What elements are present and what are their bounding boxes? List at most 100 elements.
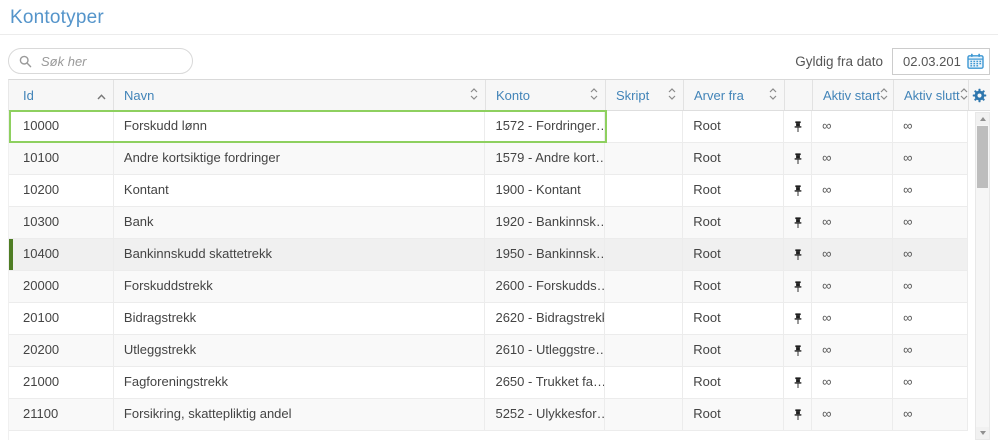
cell-id: 20200: [9, 335, 114, 366]
cell-aktiv-start: ∞: [812, 143, 894, 174]
cell-arver-fra: Root: [683, 367, 785, 398]
cell-konto: 5252 - Ulykkesfor…: [485, 399, 606, 430]
sort-icon: [769, 87, 777, 103]
pushpin-icon: [793, 408, 803, 421]
cell-pin: [784, 111, 813, 142]
table-row-partial: [8, 431, 968, 440]
cell-skript: [605, 271, 684, 302]
cell-konto: 2610 - Utleggstre…: [485, 335, 606, 366]
search-icon: [19, 55, 32, 68]
sort-icon: [590, 87, 598, 103]
arrow-up-icon: [979, 117, 986, 121]
pushpin-icon: [793, 344, 803, 357]
cell-navn: Kontant: [114, 175, 486, 206]
cell-id: 10000: [9, 111, 114, 142]
cell-skript: [605, 239, 684, 270]
cell-id: 21000: [9, 367, 114, 398]
table-row[interactable]: 10400 Bankinnskudd skattetrekk 1950 - Ba…: [9, 239, 968, 271]
vertical-scrollbar[interactable]: [975, 112, 990, 440]
cell-skript: [605, 111, 684, 142]
cell-aktiv-slutt: ∞: [893, 175, 968, 206]
cell-navn: Forskudd lønn: [114, 111, 486, 142]
cell-aktiv-slutt: ∞: [893, 239, 968, 270]
column-header-konto[interactable]: Konto: [486, 80, 606, 110]
cell-skript: [605, 335, 684, 366]
table-row[interactable]: 20100 Bidragstrekk 2620 - Bidragstrekk R…: [9, 303, 968, 335]
column-header-aktiv-start[interactable]: Aktiv start: [813, 80, 894, 110]
search-box[interactable]: [8, 48, 221, 74]
cell-aktiv-slutt: ∞: [893, 303, 968, 334]
cell-konto: 1920 - Bankinnsk…: [485, 207, 606, 238]
calendar-icon[interactable]: [967, 53, 984, 69]
table-row[interactable]: 10100 Andre kortsiktige fordringer 1579 …: [9, 143, 968, 175]
search-input[interactable]: [39, 52, 221, 70]
sort-icon: [880, 87, 888, 103]
table-header-row: Id Navn Konto Skript Arver fra Aktiv sta…: [8, 79, 990, 111]
page-title: Kontotyper: [10, 7, 104, 28]
cell-id: 10300: [9, 207, 114, 238]
cell-skript: [605, 367, 684, 398]
cell-skript: [605, 303, 684, 334]
cell-id: 20000: [9, 271, 114, 302]
cell-aktiv-slutt: ∞: [893, 367, 968, 398]
cell-navn: Bank: [114, 207, 486, 238]
sort-icon: [668, 87, 676, 103]
table-row[interactable]: 21100 Forsikring, skattepliktig andel 52…: [9, 399, 968, 431]
pushpin-icon: [793, 120, 803, 133]
scroll-up-button[interactable]: [976, 113, 989, 125]
table-row[interactable]: 20000 Forskuddstrekk 2600 - Forskudds… R…: [9, 271, 968, 303]
table-row[interactable]: 10300 Bank 1920 - Bankinnsk… Root ∞ ∞: [9, 207, 968, 239]
column-header-skript[interactable]: Skript: [606, 80, 684, 110]
cell-id: 10100: [9, 143, 114, 174]
cell-pin: [784, 207, 813, 238]
column-header-arver-fra[interactable]: Arver fra: [684, 80, 785, 110]
sort-icon: [470, 87, 478, 103]
cell-navn: Fagforeningstrekk: [114, 367, 486, 398]
table-row[interactable]: 21000 Fagforeningstrekk 2650 - Trukket f…: [9, 367, 968, 399]
arrow-down-icon: [979, 431, 986, 435]
cell-aktiv-start: ∞: [812, 239, 894, 270]
cell-navn: Bankinnskudd skattetrekk: [114, 239, 486, 270]
cell-aktiv-start: ∞: [812, 271, 894, 302]
cell-aktiv-start: ∞: [812, 111, 894, 142]
cell-pin: [784, 271, 813, 302]
column-header-aktiv-slutt[interactable]: Aktiv slutt: [894, 80, 969, 110]
scroll-down-button[interactable]: [976, 427, 989, 439]
cell-arver-fra: Root: [683, 143, 785, 174]
scrollbar-thumb[interactable]: [977, 126, 988, 188]
cell-id: 21100: [9, 399, 114, 430]
cell-arver-fra: Root: [683, 335, 785, 366]
cell-navn: Forskuddstrekk: [114, 271, 486, 302]
column-header-id[interactable]: Id: [9, 80, 114, 110]
cell-arver-fra: Root: [683, 175, 785, 206]
cell-konto: 2650 - Trukket fa…: [485, 367, 606, 398]
table-row[interactable]: 10000 Forskudd lønn 1572 - Fordringer… R…: [9, 110, 968, 143]
pushpin-icon: [793, 312, 803, 325]
pushpin-icon: [793, 376, 803, 389]
cell-aktiv-slutt: ∞: [893, 143, 968, 174]
cell-konto: 2620 - Bidragstrekk: [485, 303, 606, 334]
table-row[interactable]: 20200 Utleggstrekk 2610 - Utleggstre… Ro…: [9, 335, 968, 367]
valid-from-date-input[interactable]: [901, 52, 963, 70]
cell-konto: 1950 - Bankinnsk…: [485, 239, 606, 270]
cell-arver-fra: Root: [683, 399, 785, 430]
cell-pin: [784, 175, 813, 206]
cell-id: 10200: [9, 175, 114, 206]
toolbar: Gyldig fra dato: [8, 47, 990, 75]
table-row[interactable]: 10200 Kontant 1900 - Kontant Root ∞ ∞: [9, 175, 968, 207]
cell-arver-fra: Root: [683, 303, 785, 334]
cell-navn: Bidragstrekk: [114, 303, 486, 334]
sort-icon: [960, 87, 968, 103]
cell-aktiv-slutt: ∞: [893, 335, 968, 366]
column-header-navn[interactable]: Navn: [114, 80, 486, 110]
cell-aktiv-slutt: ∞: [893, 111, 968, 142]
cell-navn: Forsikring, skattepliktig andel: [114, 399, 486, 430]
cell-aktiv-start: ∞: [812, 175, 894, 206]
column-settings-button[interactable]: [969, 80, 990, 110]
valid-from-date-box: [892, 47, 990, 75]
cell-aktiv-slutt: ∞: [893, 207, 968, 238]
cell-aktiv-start: ∞: [812, 399, 894, 430]
column-header-pin: [785, 80, 813, 110]
cell-konto: 1572 - Fordringer…: [485, 111, 606, 142]
cell-skript: [605, 399, 684, 430]
